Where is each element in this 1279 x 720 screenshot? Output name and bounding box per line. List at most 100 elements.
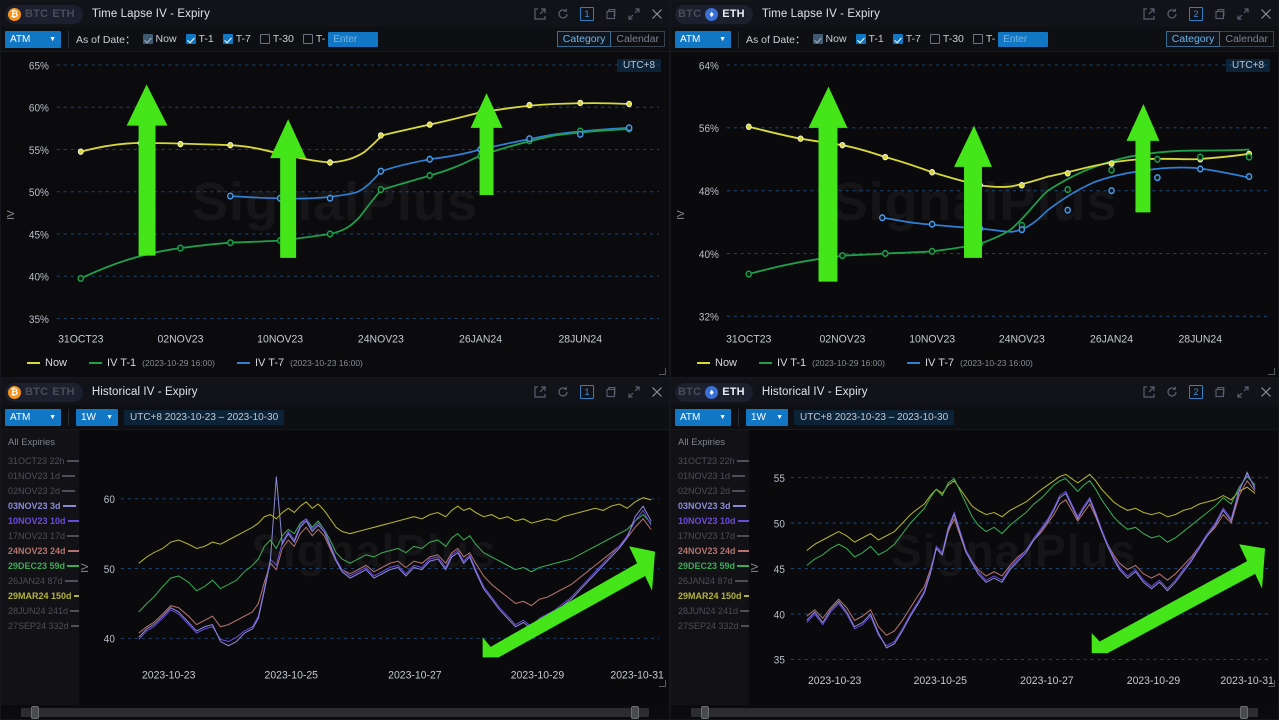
legend-item-iv-t1[interactable]: IV T-1(2023-10-29 16:00) [759, 357, 885, 369]
custom-days-input[interactable]: Enter [328, 32, 378, 47]
scrollbar-track[interactable] [691, 708, 1258, 717]
coin-tab-eth[interactable]: ♦ ETH [705, 386, 745, 399]
checkbox-t7[interactable]: T-7 [893, 33, 921, 45]
tab-category[interactable]: Category [1166, 31, 1221, 47]
external-link-icon[interactable] [1143, 8, 1155, 20]
expiry-item[interactable]: 03NOV23 3d [1, 500, 79, 512]
close-icon[interactable] [1260, 8, 1272, 20]
resize-handle[interactable] [1268, 368, 1275, 375]
expiry-item[interactable]: 28JUN24 241d [1, 605, 79, 617]
horizontal-scrollbar[interactable] [671, 705, 1278, 719]
legend-item-iv-t1[interactable]: IV T-1(2023-10-29 16:00) [89, 357, 215, 369]
checkbox-t30[interactable]: T-30 [260, 33, 294, 45]
duplicate-icon[interactable] [1214, 8, 1226, 20]
checkbox-t30[interactable]: T-30 [930, 33, 964, 45]
scrollbar-handle-right[interactable] [1240, 706, 1248, 719]
strike-dropdown[interactable]: ATM ▼ [675, 31, 731, 48]
period-dropdown[interactable]: 1W ▼ [746, 409, 788, 426]
checkbox-now[interactable]: Now [143, 33, 177, 45]
checkbox-t1[interactable]: T-1 [186, 33, 214, 45]
checkbox-now[interactable]: Now [813, 33, 847, 45]
strike-dropdown[interactable]: ATM ▼ [5, 31, 61, 48]
expiry-item[interactable]: 24NOV23 24d [1, 545, 79, 557]
coin-tab-btc[interactable]: BTC [678, 386, 701, 398]
duplicate-icon[interactable] [605, 8, 617, 20]
panel-index-badge[interactable]: 1 [580, 7, 594, 21]
duplicate-icon[interactable] [605, 386, 617, 398]
expiry-item[interactable]: 29MAR24 150d [671, 590, 749, 602]
checkbox-t7[interactable]: T-7 [223, 33, 251, 45]
date-range-label[interactable]: UTC+8 2023-10-23 – 2023-10-30 [124, 410, 284, 425]
expiry-item[interactable]: 26JAN24 87d [1, 575, 79, 587]
close-icon[interactable] [1260, 386, 1272, 398]
tab-calendar[interactable]: Calendar [1220, 31, 1274, 47]
legend-item-now[interactable]: Now [697, 357, 737, 369]
coin-tab-eth[interactable]: ETH [52, 8, 75, 20]
expiry-item[interactable]: 28JUN24 241d [671, 605, 749, 617]
refresh-icon[interactable] [557, 8, 569, 20]
tab-category[interactable]: Category [557, 31, 612, 47]
checkbox-custom[interactable]: T-Enter [303, 32, 378, 47]
scrollbar-handle-left[interactable] [701, 706, 709, 719]
close-icon[interactable] [651, 8, 663, 20]
panel-index-badge[interactable]: 1 [580, 385, 594, 399]
expiry-item[interactable]: 31OCT23 22h [1, 455, 79, 467]
coin-tab-eth[interactable]: ♦ ETH [705, 8, 745, 21]
refresh-icon[interactable] [1166, 8, 1178, 20]
expiry-item[interactable]: 10NOV23 10d [1, 515, 79, 527]
coin-selector[interactable]: ₿ BTC ETH [5, 383, 83, 402]
expand-icon[interactable] [628, 386, 640, 398]
duplicate-icon[interactable] [1214, 386, 1226, 398]
expiry-item[interactable]: 03NOV23 3d [671, 500, 749, 512]
coin-tab-btc[interactable]: BTC [678, 8, 701, 20]
expiry-item[interactable]: 10NOV23 10d [671, 515, 749, 527]
coin-selector[interactable]: BTC ♦ ETH [675, 5, 753, 24]
scrollbar-track[interactable] [21, 708, 649, 717]
panel-index-badge[interactable]: 2 [1189, 385, 1203, 399]
expiry-item[interactable]: 27SEP24 332d [1, 620, 79, 632]
expiry-item[interactable]: 02NOV23 2d [671, 485, 749, 497]
resize-handle[interactable] [659, 680, 666, 687]
checkbox-t1[interactable]: T-1 [856, 33, 884, 45]
resize-handle[interactable] [659, 368, 666, 375]
expiry-item[interactable]: 24NOV23 24d [671, 545, 749, 557]
legend-item-iv-t7[interactable]: IV T-7(2023-10-23 16:00) [237, 357, 363, 369]
expiry-item[interactable]: 01NOV23 1d [1, 470, 79, 482]
expiry-item[interactable]: 29DEC23 59d [671, 560, 749, 572]
tab-calendar[interactable]: Calendar [611, 31, 665, 47]
external-link-icon[interactable] [1143, 386, 1155, 398]
expiry-item[interactable]: 29DEC23 59d [1, 560, 79, 572]
external-link-icon[interactable] [534, 8, 546, 20]
panel-index-badge[interactable]: 2 [1189, 7, 1203, 21]
expand-icon[interactable] [628, 8, 640, 20]
expiry-item[interactable]: 01NOV23 1d [671, 470, 749, 482]
expiry-item[interactable]: 17NOV23 17d [1, 530, 79, 542]
refresh-icon[interactable] [1166, 386, 1178, 398]
scrollbar-handle-right[interactable] [631, 706, 639, 719]
expand-icon[interactable] [1237, 386, 1249, 398]
checkbox-custom[interactable]: T-Enter [973, 32, 1048, 47]
coin-selector[interactable]: ₿ BTC ETH [5, 5, 83, 24]
legend-item-now[interactable]: Now [27, 357, 67, 369]
expiry-item[interactable]: 27SEP24 332d [671, 620, 749, 632]
expiry-item[interactable]: 17NOV23 17d [671, 530, 749, 542]
coin-tab-eth[interactable]: ETH [52, 386, 75, 398]
expand-icon[interactable] [1237, 8, 1249, 20]
coin-tab-btc[interactable]: ₿ BTC [8, 386, 48, 399]
strike-dropdown[interactable]: ATM ▼ [675, 409, 731, 426]
external-link-icon[interactable] [534, 386, 546, 398]
scrollbar-handle-left[interactable] [31, 706, 39, 719]
expiry-item[interactable]: 26JAN24 87d [671, 575, 749, 587]
resize-handle[interactable] [1268, 680, 1275, 687]
strike-dropdown[interactable]: ATM ▼ [5, 409, 61, 426]
custom-days-input[interactable]: Enter [998, 32, 1048, 47]
close-icon[interactable] [651, 386, 663, 398]
horizontal-scrollbar[interactable] [1, 705, 669, 719]
legend-item-iv-t7[interactable]: IV T-7(2023-10-23 16:00) [907, 357, 1033, 369]
period-dropdown[interactable]: 1W ▼ [76, 409, 118, 426]
coin-selector[interactable]: BTC ♦ ETH [675, 383, 753, 402]
coin-tab-btc[interactable]: ₿ BTC [8, 8, 48, 21]
expiry-item[interactable]: 31OCT23 22h [671, 455, 749, 467]
date-range-label[interactable]: UTC+8 2023-10-23 – 2023-10-30 [794, 410, 954, 425]
expiry-item[interactable]: 29MAR24 150d [1, 590, 79, 602]
